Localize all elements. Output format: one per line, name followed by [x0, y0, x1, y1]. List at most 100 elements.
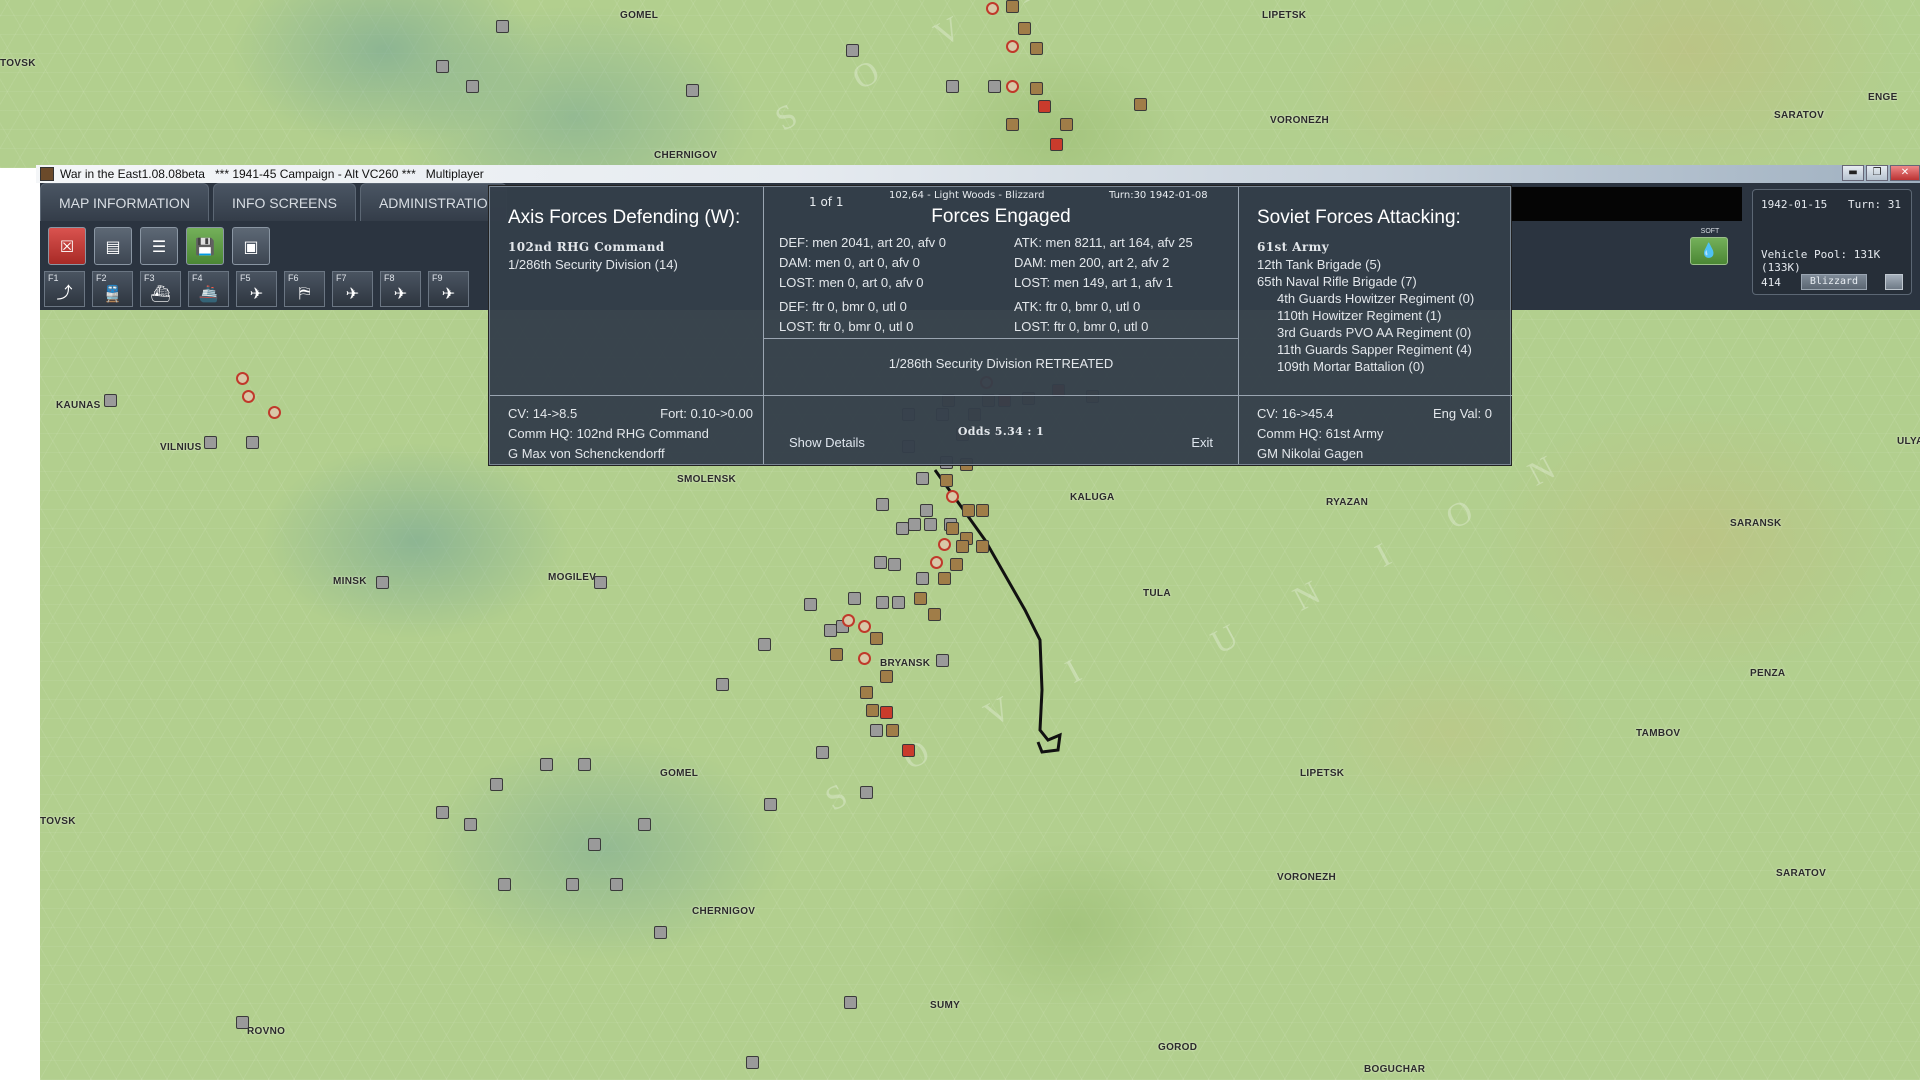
close-icon[interactable]: ☒ [48, 227, 86, 265]
train-icon[interactable]: F2 🚆 [92, 271, 133, 307]
weather-button[interactable]: Blizzard [1801, 274, 1867, 290]
axis-leader[interactable]: G Max von Schenckendorff [508, 446, 665, 461]
map-view-top[interactable]: S O V I GOMEL LIPETSK VORONEZH SARATOV C… [0, 0, 1920, 168]
soviet-unit[interactable]: 12th Tank Brigade (5) [1257, 257, 1381, 272]
unit-counter[interactable] [1038, 100, 1051, 113]
window-icon[interactable]: ▣ [232, 227, 270, 265]
unit-counter[interactable] [816, 746, 829, 759]
unit-counter[interactable] [916, 572, 929, 585]
unit-counter[interactable] [860, 786, 873, 799]
water-drop-icon[interactable]: 💧 [1690, 237, 1728, 265]
unit-counter[interactable] [104, 394, 117, 407]
recon-icon[interactable]: F9 ✈ [428, 271, 469, 307]
unit-counter[interactable] [1134, 98, 1147, 111]
unit-counter[interactable] [842, 614, 855, 627]
unit-counter[interactable] [848, 592, 861, 605]
unit-counter[interactable] [858, 620, 871, 633]
soviet-unit[interactable]: 65th Naval Rifle Brigade (7) [1257, 274, 1417, 289]
close-window-button[interactable]: ✕ [1890, 165, 1920, 181]
unit-counter[interactable] [236, 1016, 249, 1029]
soviet-unit[interactable]: 4th Guards Howitzer Regiment (0) [1257, 291, 1474, 306]
unit-counter[interactable] [236, 372, 249, 385]
unit-counter[interactable] [824, 624, 837, 637]
unit-counter[interactable] [892, 596, 905, 609]
unit-counter[interactable] [1006, 40, 1019, 53]
list-icon[interactable]: ☰ [140, 227, 178, 265]
unit-counter[interactable] [830, 648, 843, 661]
unit-counter[interactable] [686, 84, 699, 97]
unit-counter[interactable] [746, 1056, 759, 1069]
window-title-bar[interactable]: War in the East1.08.08beta *** 1941-45 C… [36, 165, 1920, 183]
unit-counter[interactable] [376, 576, 389, 589]
unit-counter[interactable] [1030, 42, 1043, 55]
unit-counter[interactable] [938, 572, 951, 585]
unit-counter[interactable] [566, 878, 579, 891]
unit-counter[interactable] [1018, 22, 1031, 35]
unit-counter[interactable] [846, 44, 859, 57]
unit-counter[interactable] [268, 406, 281, 419]
report-icon[interactable]: ▤ [94, 227, 132, 265]
unit-counter[interactable] [946, 522, 959, 535]
unit-counter[interactable] [956, 540, 969, 553]
unit-counter[interactable] [886, 724, 899, 737]
unit-counter[interactable] [758, 638, 771, 651]
unit-counter[interactable] [638, 818, 651, 831]
axis-unit[interactable]: 1/286th Security Division (14) [508, 257, 678, 272]
unit-counter[interactable] [870, 724, 883, 737]
unit-counter[interactable] [594, 576, 607, 589]
save-icon[interactable]: 💾 [186, 227, 224, 265]
unit-counter[interactable] [938, 538, 951, 551]
unit-counter[interactable] [860, 686, 873, 699]
unit-counter[interactable] [498, 878, 511, 891]
unit-counter[interactable] [844, 996, 857, 1009]
soviet-leader[interactable]: GM Nikolai Gagen [1257, 446, 1363, 461]
unit-counter[interactable] [654, 926, 667, 939]
air-transfer-icon[interactable]: F5 ✈ [236, 271, 277, 307]
unit-counter[interactable] [578, 758, 591, 771]
airfield-icon[interactable]: F6 ⛿ [284, 271, 325, 307]
tab-info-screens[interactable]: INFO SCREENS [212, 183, 356, 221]
restore-button[interactable]: ❐ [1866, 165, 1888, 181]
unit-counter[interactable] [924, 518, 937, 531]
air-attack-icon[interactable]: F7 ✈ [332, 271, 373, 307]
unit-counter[interactable] [588, 838, 601, 851]
soviet-unit[interactable]: 109th Mortar Battalion (0) [1257, 359, 1424, 374]
tab-map-information[interactable]: MAP INFORMATION [40, 183, 209, 221]
supply-icon[interactable]: F1 ⤴ [44, 271, 85, 307]
unit-counter[interactable] [920, 504, 933, 517]
unit-counter[interactable] [1060, 118, 1073, 131]
tab-administration[interactable]: ADMINISTRATIO [359, 183, 507, 221]
unit-counter[interactable] [204, 436, 217, 449]
soviet-unit[interactable]: 3rd Guards PVO AA Regiment (0) [1257, 325, 1471, 340]
unit-counter[interactable] [976, 504, 989, 517]
unit-counter[interactable] [490, 778, 503, 791]
unit-counter[interactable] [242, 390, 255, 403]
unit-counter[interactable] [874, 556, 887, 569]
options-toggle[interactable] [1885, 274, 1903, 290]
unit-counter[interactable] [880, 670, 893, 683]
unit-counter[interactable] [1006, 80, 1019, 93]
unit-counter[interactable] [976, 540, 989, 553]
unit-counter[interactable] [936, 654, 949, 667]
unit-counter[interactable] [908, 518, 921, 531]
unit-counter[interactable] [436, 806, 449, 819]
minimize-button[interactable]: ▬ [1842, 165, 1864, 181]
soviet-unit[interactable]: 110th Howitzer Regiment (1) [1257, 308, 1442, 323]
unit-counter[interactable] [1050, 138, 1063, 151]
unit-counter[interactable] [962, 504, 975, 517]
unit-counter[interactable] [888, 558, 901, 571]
unit-counter[interactable] [988, 80, 1001, 93]
unit-counter[interactable] [870, 632, 883, 645]
unit-counter[interactable] [896, 522, 909, 535]
unit-counter[interactable] [950, 558, 963, 571]
unit-counter[interactable] [858, 652, 871, 665]
unit-counter[interactable] [940, 474, 953, 487]
unit-counter[interactable] [804, 598, 817, 611]
unit-counter[interactable] [930, 556, 943, 569]
unit-counter[interactable] [902, 744, 915, 757]
unit-counter[interactable] [540, 758, 553, 771]
unit-counter[interactable] [928, 608, 941, 621]
unit-counter[interactable] [1030, 82, 1043, 95]
unit-counter[interactable] [916, 472, 929, 485]
ship-icon[interactable]: F3 ⛴ [140, 271, 181, 307]
